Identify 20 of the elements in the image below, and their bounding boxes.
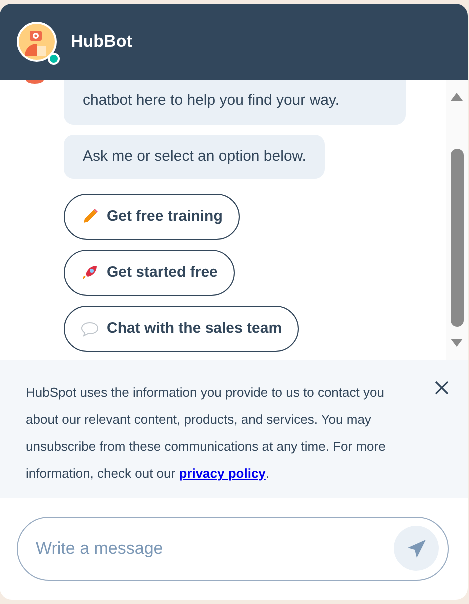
scroll-up-icon[interactable]	[450, 92, 464, 102]
close-button[interactable]	[434, 380, 450, 396]
bot-name: HubBot	[71, 31, 132, 54]
robot-avatar-icon	[17, 22, 57, 62]
speech-bubble-icon	[81, 321, 99, 337]
message-bubble: Ask me or select an option below.	[64, 134, 326, 179]
avatar-icon	[26, 80, 44, 84]
message-field[interactable]: Write a message	[17, 517, 449, 581]
rocket-icon	[81, 264, 99, 282]
scrollbar[interactable]	[446, 80, 468, 360]
scroll-down-icon[interactable]	[450, 338, 464, 348]
consent-text: HubSpot uses the information you provide to us to contact you about our relevant content, products, and services. You may unsubscribe from these communications at any time. For more information, check out our privacy policy.	[26, 384, 387, 483]
privacy-policy-link[interactable]: privacy policy	[179, 466, 266, 481]
option-button[interactable]: Get free training	[64, 194, 240, 240]
paper-plane-icon[interactable]	[406, 538, 426, 558]
option-button[interactable]: Chat with the sales team	[64, 306, 300, 352]
pencil-icon	[81, 208, 99, 226]
message-bubble: chatbot here to help you find your way.	[64, 80, 406, 124]
option-button[interactable]: Get started free	[64, 250, 235, 296]
scroll-thumb[interactable]	[450, 149, 464, 327]
